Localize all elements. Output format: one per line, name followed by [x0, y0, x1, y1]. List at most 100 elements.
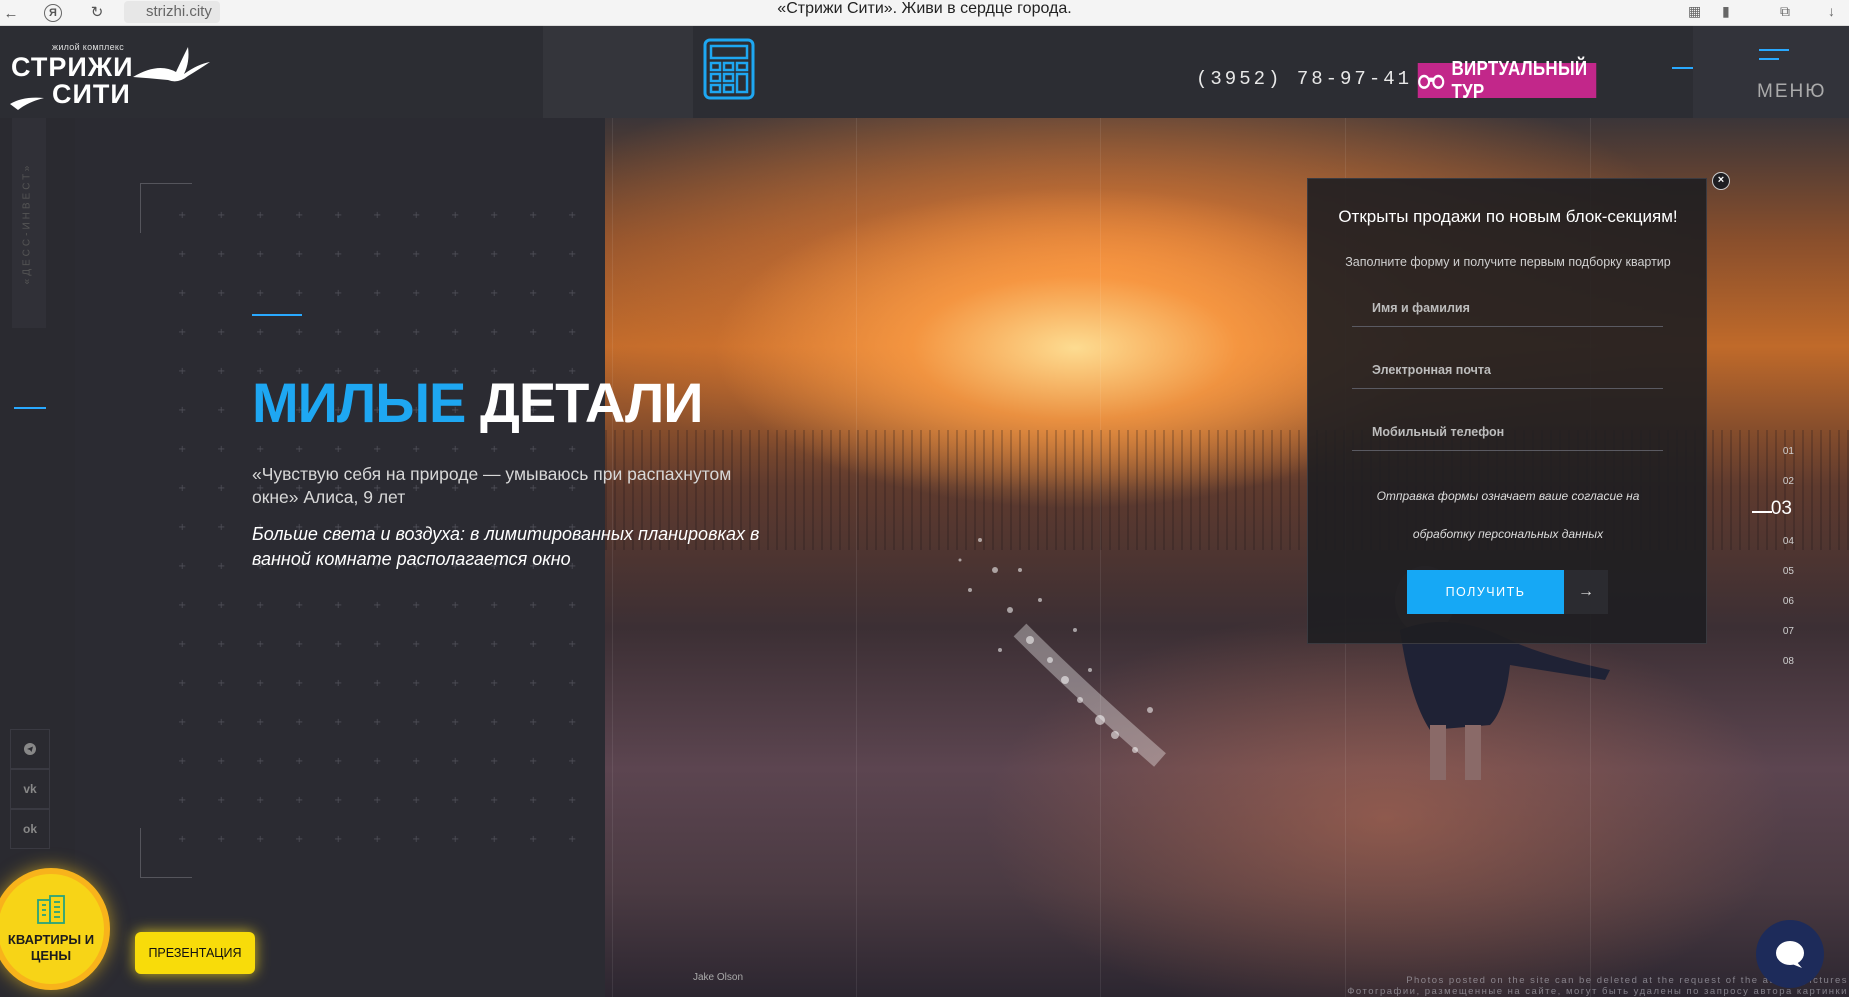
telegram-icon[interactable] [10, 729, 50, 769]
grid-plus-mark: + [451, 210, 459, 221]
grid-plus-mark: + [256, 327, 264, 338]
grid-plus-mark: + [256, 639, 264, 650]
slide-number-01[interactable]: 01 [1783, 446, 1794, 457]
extensions-icon[interactable]: ▦ [1688, 3, 1701, 20]
slide-number-04[interactable]: 04 [1783, 536, 1794, 547]
swift-small-icon [10, 97, 44, 110]
grid-plus-mark: + [256, 834, 264, 845]
grid-plus-mark: + [217, 795, 225, 806]
download-icon[interactable]: ↓ [1828, 3, 1835, 19]
reload-icon[interactable]: ↻ [88, 3, 106, 21]
slide-number-02[interactable]: 02 [1783, 476, 1794, 487]
grid-plus-mark: + [490, 717, 498, 728]
grid-plus-mark: + [568, 444, 576, 455]
grid-plus-mark: + [217, 600, 225, 611]
phone-field[interactable] [1352, 413, 1663, 451]
site-header: жилой комплекс СТРИЖИ СИТИ (3952) 78-97-… [0, 26, 1849, 118]
grid-plus-mark: + [256, 288, 264, 299]
grid-plus-mark: + [373, 210, 381, 221]
grid-plus-mark: + [217, 639, 225, 650]
sidebar-accent-line [14, 407, 46, 409]
sales-popup: Открыты продажи по новым блок-секциям! З… [1307, 178, 1707, 644]
presentation-button[interactable]: ПРЕЗЕНТАЦИЯ [135, 932, 255, 974]
developer-brand: «ДЕСС-ИНВЕСТ» [12, 118, 46, 328]
grid-plus-mark: + [373, 639, 381, 650]
grid-plus-mark: + [217, 756, 225, 767]
grid-plus-mark: + [373, 327, 381, 338]
hero-accent-line [252, 314, 302, 316]
hero-title-rest: ДЕТАЛИ [479, 371, 704, 434]
grid-plus-mark: + [217, 210, 225, 221]
logo-word-2: СИТИ [52, 79, 131, 109]
odnoklassniki-icon[interactable]: ok [10, 809, 50, 849]
grid-plus-mark: + [334, 639, 342, 650]
grid-plus-mark: + [217, 483, 225, 494]
grid-plus-mark: + [178, 444, 186, 455]
grid-plus-mark: + [178, 678, 186, 689]
menu-button[interactable]: МЕНЮ [1757, 46, 1837, 106]
email-field[interactable] [1352, 351, 1663, 389]
slide-number-08[interactable]: 08 [1783, 656, 1794, 667]
grid-plus-mark: + [295, 795, 303, 806]
grid-plus-mark: + [295, 639, 303, 650]
swift-bird-icon [133, 47, 210, 82]
grid-plus-mark: + [256, 444, 264, 455]
grid-plus-mark: + [490, 600, 498, 611]
grid-plus-mark: + [412, 327, 420, 338]
grid-plus-mark: + [334, 600, 342, 611]
virtual-tour-label: ВИРТУАЛЬНЫЙ ТУР [1451, 57, 1588, 103]
grid-plus-mark: + [178, 795, 186, 806]
slide-number-active[interactable]: 03 [1771, 498, 1792, 520]
grid-plus-mark: + [412, 639, 420, 650]
grid-plus-mark: + [334, 756, 342, 767]
chat-bubble-icon [1776, 941, 1804, 968]
slide-number-05[interactable]: 05 [1783, 566, 1794, 577]
arrow-right-icon[interactable]: → [1564, 570, 1608, 614]
address-bar[interactable]: strizhi.city [124, 1, 220, 23]
grid-plus-mark: + [451, 834, 459, 845]
grid-plus-mark: + [490, 327, 498, 338]
grid-plus-mark: + [256, 795, 264, 806]
slide-number-07[interactable]: 07 [1783, 626, 1794, 637]
grid-plus-mark: + [373, 717, 381, 728]
grid-plus-mark: + [178, 327, 186, 338]
photo-credit: Jake Olson [693, 972, 744, 983]
developer-brand-text: «ДЕСС-ИНВЕСТ» [21, 162, 33, 285]
grid-plus-mark: + [217, 249, 225, 260]
grid-plus-mark: + [529, 795, 537, 806]
chat-button[interactable] [1756, 920, 1824, 988]
calculator-icon[interactable] [703, 38, 755, 100]
hero-note: Больше света и воздуха: в лимитированных… [252, 524, 760, 569]
back-arrow-icon[interactable]: ← [2, 4, 20, 22]
close-icon[interactable]: × [1712, 172, 1730, 190]
name-field[interactable] [1352, 289, 1663, 327]
logo[interactable]: жилой комплекс СТРИЖИ СИТИ [8, 42, 218, 122]
grid-plus-mark: + [412, 210, 420, 221]
vk-icon[interactable]: vk [10, 769, 50, 809]
grid-plus-mark: + [178, 288, 186, 299]
grid-plus-mark: + [217, 366, 225, 377]
bookmark-icon[interactable]: ▮ [1722, 3, 1730, 20]
grid-plus-mark: + [451, 444, 459, 455]
grid-plus-mark: + [295, 834, 303, 845]
apartments-prices-label: КВАРТИРЫ И ЦЕНЫ [7, 932, 95, 963]
grid-plus-mark: + [412, 717, 420, 728]
grid-plus-mark: + [217, 561, 225, 572]
share-icon[interactable]: ⧉ [1780, 3, 1790, 20]
slide-number-06[interactable]: 06 [1783, 596, 1794, 607]
submit-button[interactable]: ПОЛУЧИТЬ [1407, 570, 1564, 614]
grid-plus-mark: + [373, 834, 381, 845]
grid-plus-mark: + [373, 444, 381, 455]
yandex-icon[interactable]: Я [44, 4, 62, 22]
hero-quote: «Чувствую себя на природе — умываюсь при… [252, 464, 732, 507]
virtual-tour-button[interactable]: ВИРТУАЛЬНЫЙ ТУР [1417, 58, 1597, 103]
grid-plus-mark: + [412, 834, 420, 845]
calculator-zone [543, 26, 693, 118]
logo-caption: жилой комплекс [52, 42, 125, 52]
grid-plus-mark: + [373, 756, 381, 767]
grid-plus-mark: + [529, 444, 537, 455]
consent-line-1: Отправка формы означает ваше согласие на [1376, 489, 1640, 503]
grid-plus-mark: + [490, 795, 498, 806]
phone-number[interactable]: (3952) 78-97-41 [1196, 68, 1412, 90]
grid-plus-mark: + [373, 678, 381, 689]
